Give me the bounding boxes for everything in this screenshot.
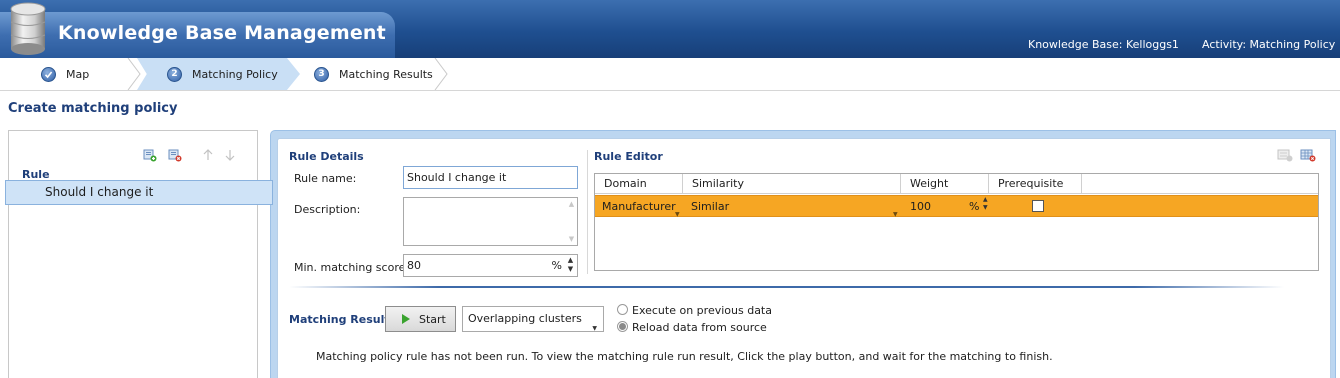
step-label-map: Map	[66, 67, 90, 81]
wizard-steps: Map 2 Matching Policy 3 Matching Results	[0, 58, 1340, 91]
step-separator-icon	[434, 58, 448, 90]
move-down-icon[interactable]	[223, 148, 237, 162]
column-header-prerequisite[interactable]: Prerequisite	[989, 174, 1082, 194]
execute-previous-label[interactable]: Execute on previous data	[632, 304, 772, 317]
matching-results-title: Matching Results	[289, 313, 397, 326]
description-scrollbar[interactable]: ▲ ▼	[566, 198, 577, 245]
rule-name-label: Rule name:	[294, 172, 357, 185]
matching-status-message: Matching policy rule has not been run. T…	[316, 350, 1053, 363]
step-number-3: 3	[314, 66, 329, 82]
reload-source-radio[interactable]	[617, 321, 628, 332]
reload-source-label[interactable]: Reload data from source	[632, 321, 767, 334]
step-label-matching-results: Matching Results	[339, 67, 433, 81]
min-score-value: 80	[407, 259, 421, 272]
section-divider	[587, 150, 588, 274]
spin-down-icon[interactable]: ▼	[566, 265, 575, 274]
step-label-matching-policy: Matching Policy	[192, 67, 278, 81]
spin-up-icon[interactable]: ▲	[566, 256, 575, 265]
delete-rule-icon[interactable]	[168, 148, 182, 162]
knowledge-base-label: Knowledge Base: Kelloggs1	[1028, 38, 1179, 51]
rule-name-input[interactable]: Should I change it	[403, 166, 578, 189]
description-input[interactable]: ▲ ▼	[403, 197, 578, 246]
delete-domain-element-icon[interactable]	[1300, 148, 1316, 162]
step-matching-results[interactable]: 3 Matching Results	[314, 58, 433, 90]
chevron-down-icon: ▼	[592, 325, 597, 332]
rules-panel: Rule	[8, 130, 258, 378]
description-label: Description:	[294, 203, 361, 216]
app-title: Knowledge Base Management	[58, 22, 386, 44]
min-score-spinner[interactable]: ▲ ▼	[566, 256, 575, 275]
domain-value: Manufacturer	[602, 200, 676, 213]
prerequisite-checkbox[interactable]	[1032, 200, 1044, 212]
weight-value: 100	[910, 200, 931, 213]
chevron-down-icon: ▼	[893, 211, 898, 218]
min-score-input[interactable]: 80 % ▲ ▼	[403, 254, 578, 277]
weight-unit: %	[969, 200, 980, 213]
column-header-domain[interactable]: Domain	[595, 174, 683, 194]
start-button[interactable]: Start	[385, 306, 456, 332]
min-score-unit: %	[551, 259, 562, 272]
activity-label: Activity: Matching Policy	[1202, 38, 1336, 51]
check-icon	[41, 66, 56, 82]
matching-mode-select[interactable]: Overlapping clusters ▼	[462, 306, 604, 332]
database-icon	[10, 2, 46, 55]
section-separator-line	[289, 286, 1284, 288]
rule-editor-title: Rule Editor	[594, 150, 663, 163]
step-matching-policy[interactable]: 2 Matching Policy	[137, 58, 300, 90]
min-score-label: Min. matching score:	[294, 261, 410, 274]
step-map[interactable]: Map	[41, 58, 89, 90]
add-rule-icon[interactable]	[143, 148, 157, 162]
rule-details-title: Rule Details	[289, 150, 364, 163]
rule-editor-grid: Domain Similarity Weight Prerequisite Ma…	[594, 173, 1319, 271]
step-number-2: 2	[167, 66, 182, 82]
rule-list-item[interactable]: Should I change it	[5, 180, 273, 205]
chevron-down-icon: ▼	[675, 211, 680, 218]
app-header: Knowledge Base Management Knowledge Base…	[0, 0, 1340, 58]
scroll-up-icon: ▲	[568, 200, 575, 208]
add-domain-element-icon[interactable]	[1277, 148, 1293, 162]
domain-cell[interactable]: Manufacturer ▼	[595, 196, 683, 218]
column-header-weight[interactable]: Weight	[901, 174, 989, 194]
page-title: Create matching policy	[8, 101, 178, 116]
similarity-cell[interactable]: Similar ▼	[683, 196, 901, 218]
execute-previous-radio[interactable]	[617, 304, 628, 315]
play-icon	[402, 314, 410, 324]
start-label: Start	[419, 312, 446, 326]
similarity-value: Similar	[691, 200, 730, 213]
step-separator-icon	[127, 58, 141, 90]
weight-cell[interactable]: 100 % ▲ ▼	[901, 196, 989, 217]
column-header-similarity[interactable]: Similarity	[683, 174, 901, 194]
matching-mode-value: Overlapping clusters	[468, 312, 582, 325]
grid-header: Domain Similarity Weight Prerequisite	[595, 174, 1318, 194]
table-row[interactable]: Manufacturer ▼ Similar ▼ 100 % ▲ ▼	[595, 195, 1318, 218]
scroll-down-icon: ▼	[568, 235, 575, 243]
move-up-icon[interactable]	[201, 148, 215, 162]
weight-spinner[interactable]: ▲ ▼	[983, 196, 988, 212]
